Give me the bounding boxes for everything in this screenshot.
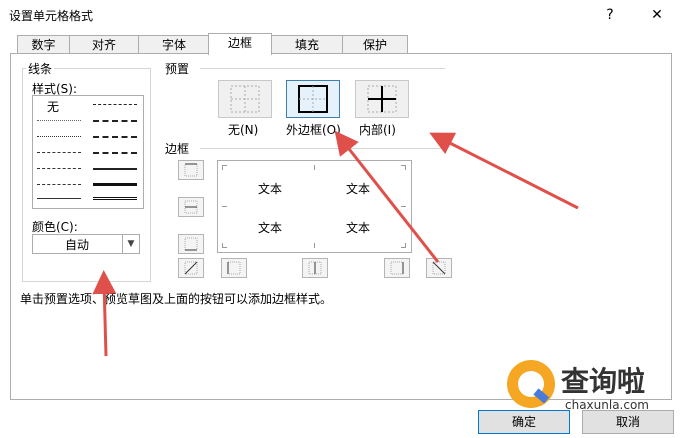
search-q-icon: [507, 360, 555, 408]
arrow-to-inside: [429, 132, 579, 210]
watermark-url: chaxunla.com: [565, 398, 649, 412]
tab-border[interactable]: 边框: [208, 33, 272, 55]
watermark-logo: 查询啦 chaxunla.com: [499, 352, 679, 418]
watermark-text: 查询啦: [561, 365, 646, 398]
arrow-to-color: [92, 270, 117, 357]
arrow-to-outline: [334, 130, 440, 263]
